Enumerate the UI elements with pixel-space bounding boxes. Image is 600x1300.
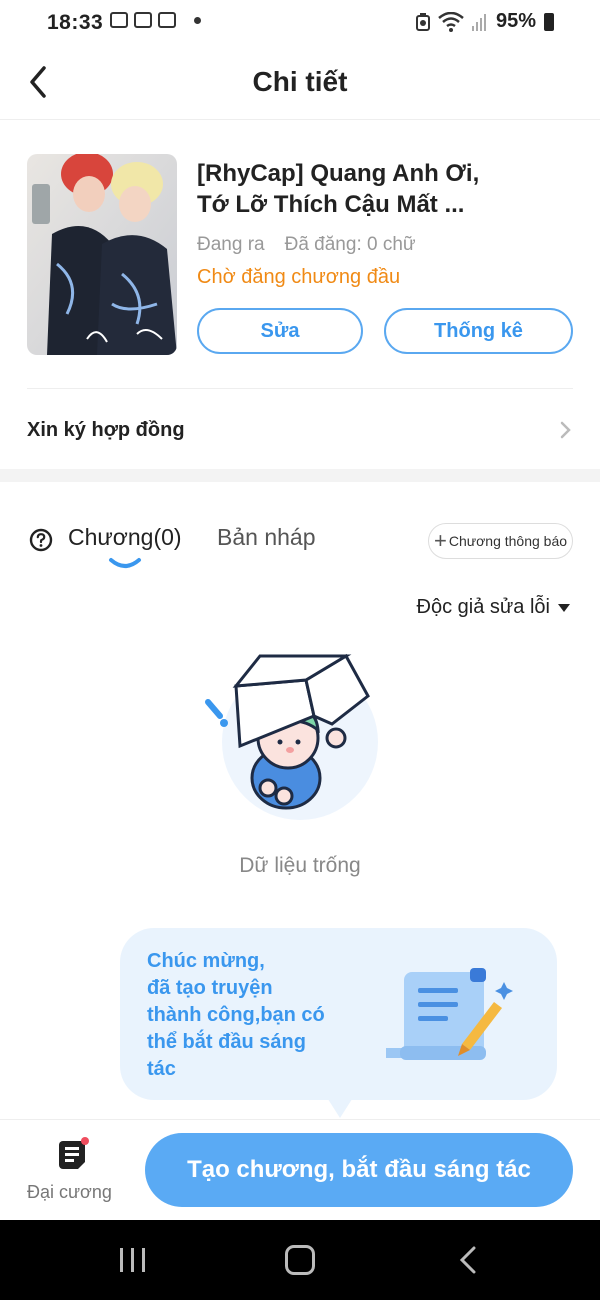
header: Chi tiết xyxy=(0,48,600,120)
tab-drafts[interactable]: Bản nháp xyxy=(217,524,315,551)
book-meta: Đang ra Đã đăng: 0 chữ xyxy=(197,234,416,256)
back-nav-icon[interactable] xyxy=(458,1245,478,1275)
book-title-line: [RhyCap] Quang Anh Ơi, xyxy=(197,160,480,187)
tab-chapters[interactable]: Chương(0) xyxy=(68,524,182,551)
active-tab-indicator xyxy=(109,558,141,568)
notification-icons xyxy=(110,12,201,28)
mail-icon xyxy=(110,12,128,28)
battery-icon xyxy=(544,12,554,31)
chevron-right-icon xyxy=(560,421,571,439)
plus-icon: + xyxy=(433,528,447,553)
tooltip-text: Chúc mừng, đã tạo truyện thành công,bạn … xyxy=(147,948,362,1083)
create-chapter-button[interactable]: Tạo chương, bắt đầu sáng tác xyxy=(145,1133,573,1207)
add-announcement-chapter-button[interactable]: + Chương thông báo xyxy=(428,523,573,559)
outline-label: Đại cương xyxy=(27,1182,112,1202)
message-icon xyxy=(134,12,152,28)
divider xyxy=(27,388,573,389)
more-notifications-icon xyxy=(194,16,201,24)
word-count: Đã đăng: 0 chữ xyxy=(284,234,416,255)
book-title: [RhyCap] Quang Anh Ơi, Tớ Lỡ Thích Cậu M… xyxy=(197,158,577,220)
section-divider xyxy=(0,469,600,482)
waiting-status: Chờ đăng chương đầu xyxy=(197,266,401,288)
signal-icon xyxy=(471,13,486,31)
outline-document-icon xyxy=(59,1137,89,1169)
battery-percent: 95% xyxy=(495,10,536,32)
tooltip-line: đã tạo truyện xyxy=(147,977,273,999)
status-right: 95% xyxy=(415,10,554,33)
tooltip-tail xyxy=(326,1096,354,1118)
tooltip-line: thành công,bạn có xyxy=(147,1004,325,1026)
tooltip-line: thể bắt đầu sáng xyxy=(147,1031,306,1053)
status-bar: 18:33 95% xyxy=(0,0,600,48)
scroll-document-icon xyxy=(386,968,513,1060)
home-icon[interactable] xyxy=(285,1245,315,1275)
caret-down-icon xyxy=(558,603,570,612)
edit-button[interactable]: Sửa xyxy=(197,308,363,354)
empty-state-illustration xyxy=(205,653,378,820)
stats-button[interactable]: Thống kê xyxy=(384,308,573,354)
announce-label: Chương thông báo xyxy=(448,533,568,549)
book-status: Đang ra xyxy=(197,234,265,255)
sort-dropdown[interactable]: Độc giả sửa lỗi xyxy=(417,596,570,619)
book-title-line: Tớ Lỡ Thích Cậu Mất ... xyxy=(197,191,465,218)
tooltip-line: tác xyxy=(147,1058,176,1080)
status-time: 18:33 xyxy=(47,11,104,34)
help-icon[interactable] xyxy=(29,528,53,552)
data-saver-icon xyxy=(415,12,430,31)
wifi-icon xyxy=(438,11,464,32)
tooltip-line: Chúc mừng, xyxy=(147,950,265,972)
sort-label: Độc giả sửa lỗi xyxy=(416,596,550,618)
book-cover-image[interactable] xyxy=(27,154,177,355)
page-title: Chi tiết xyxy=(252,66,348,97)
contract-label: Xin ký hợp đồng xyxy=(27,418,185,441)
empty-state-text: Dữ liệu trống xyxy=(239,854,361,877)
contract-row[interactable]: Xin ký hợp đồng xyxy=(27,408,573,452)
message-icon xyxy=(158,12,176,28)
recent-apps-icon[interactable] xyxy=(118,1246,148,1274)
